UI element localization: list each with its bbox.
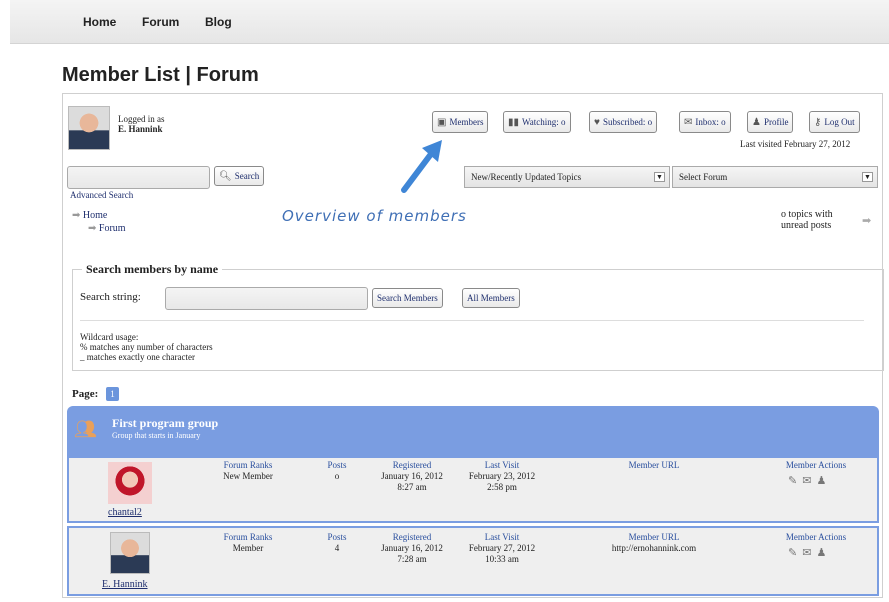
top-nav: Home Forum Blog — [10, 0, 889, 44]
search-icon: 🔍︎ — [219, 170, 232, 182]
nav-blog-link[interactable]: Blog — [205, 15, 232, 29]
pencil-icon[interactable]: ✎ — [788, 547, 802, 559]
watching-button[interactable]: ▮▮ Watching: o — [503, 111, 571, 133]
chevron-down-icon: ▼ — [862, 172, 873, 182]
arrow-icon: ➡ — [88, 223, 97, 234]
user-avatar — [68, 106, 110, 150]
message-icon[interactable]: ✉ — [802, 475, 816, 487]
member-name-link[interactable]: E. Hannink — [102, 579, 148, 590]
key-icon: ⚷ — [814, 116, 822, 128]
group-info: First program group Group that starts in… — [112, 416, 218, 440]
group-subtitle: Group that starts in January — [112, 431, 201, 440]
nav-forum-link[interactable]: Forum — [142, 15, 179, 29]
binoculars-icon: ▮▮ — [508, 116, 520, 128]
members-button[interactable]: ▣ Members — [432, 111, 489, 133]
forum-search-input[interactable] — [67, 166, 210, 189]
wildcard-help: Wildcard usage: % matches any number of … — [80, 332, 213, 362]
advanced-search-link[interactable]: Advanced Search — [70, 190, 133, 200]
arrow-icon: ➡ — [72, 210, 81, 221]
member-search-legend: Search members by name — [82, 262, 223, 277]
user-icon[interactable]: ♟ — [816, 475, 831, 487]
group-icon: 👥︎ — [74, 419, 97, 439]
subscribed-button[interactable]: ♥ Subscribed: o — [589, 111, 658, 133]
search-string-label: Search string: — [80, 291, 141, 303]
page-1-button[interactable]: 1 — [106, 387, 119, 401]
page-title: Member List | Forum — [62, 64, 259, 86]
all-members-button[interactable]: All Members — [462, 288, 520, 308]
member-search-input[interactable] — [165, 287, 368, 310]
logged-in-label: Logged in as — [118, 114, 165, 124]
breadcrumb-forum-link[interactable]: Forum — [99, 223, 126, 234]
profile-button[interactable]: ♟ Profile — [747, 111, 794, 133]
member-avatar — [110, 532, 150, 574]
member-avatar — [108, 462, 152, 504]
search-members-button[interactable]: Search Members — [372, 288, 443, 308]
nav-home-link[interactable]: Home — [83, 15, 116, 29]
topics-select[interactable]: New/Recently Updated Topics ▼ — [464, 166, 670, 188]
member-name-link[interactable]: chantal2 — [108, 507, 142, 518]
heart-icon: ♥ — [594, 116, 600, 128]
arrow-icon: ➡ — [862, 215, 872, 227]
user-icon: ♟ — [752, 116, 761, 128]
member-actions: ✎✉♟ — [788, 546, 831, 559]
forum-select[interactable]: Select Forum ▼ — [672, 166, 878, 188]
pencil-icon[interactable]: ✎ — [788, 475, 802, 487]
members-icon: ▣ — [437, 116, 447, 128]
group-title: First program group — [112, 416, 219, 430]
inbox-button[interactable]: ✉ Inbox: o — [679, 111, 731, 133]
annotation-arrow-icon — [401, 140, 442, 193]
divider — [80, 320, 864, 321]
search-button[interactable]: 🔍︎ Search — [214, 166, 265, 186]
overview-annotation: Overview of members — [282, 207, 467, 225]
unread-posts: o topics with unread posts — [781, 209, 833, 231]
message-icon[interactable]: ✉ — [802, 547, 816, 559]
login-info: Logged in as E. Hannink — [118, 114, 165, 134]
breadcrumb-home-link[interactable]: Home — [83, 210, 107, 221]
logout-button[interactable]: ⚷ Log Out — [809, 111, 860, 133]
member-actions: ✎✉♟ — [788, 474, 831, 487]
chevron-down-icon: ▼ — [654, 172, 665, 182]
page-label: Page: — [72, 388, 99, 400]
logged-in-user: E. Hannink — [118, 124, 163, 134]
last-visited: Last visited February 27, 2012 — [740, 139, 851, 149]
envelope-icon: ✉ — [684, 116, 693, 128]
user-icon[interactable]: ♟ — [816, 547, 831, 559]
breadcrumb: ➡ Home ➡ Forum — [72, 209, 126, 235]
